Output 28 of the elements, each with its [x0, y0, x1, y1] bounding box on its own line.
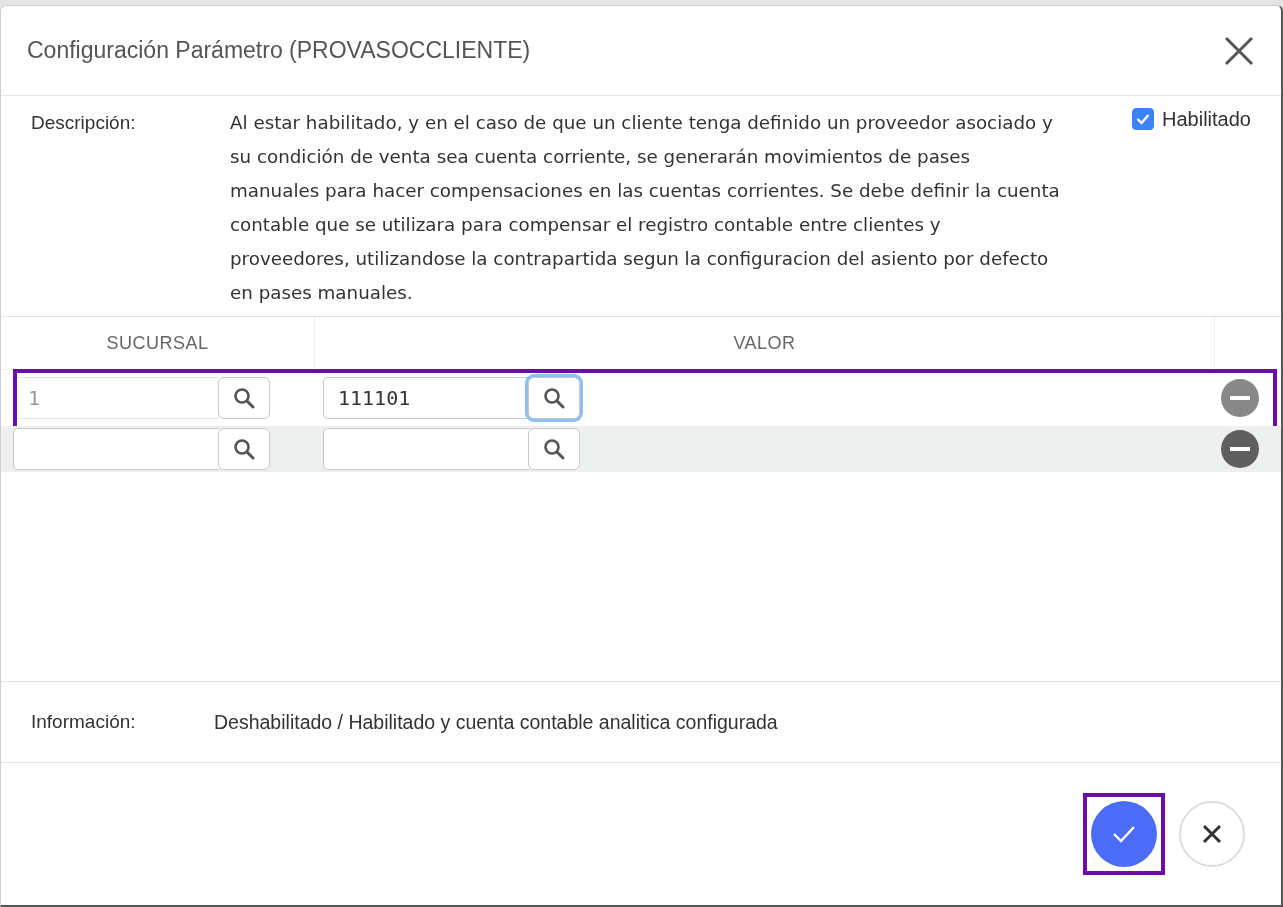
enabled-label: Habilitado	[1162, 107, 1251, 132]
close-icon	[1223, 34, 1255, 67]
enabled-checkbox[interactable]	[1132, 108, 1155, 130]
remove-row-button[interactable]	[1221, 379, 1259, 417]
column-header: SUCURSAL	[1, 317, 315, 369]
lookup-button[interactable]	[218, 377, 270, 419]
check-icon	[1112, 825, 1136, 843]
remove-row-button[interactable]	[1221, 430, 1259, 468]
branch-field[interactable]	[13, 428, 219, 470]
description-text: Al estar habilitado, y en el caso de que un cliente tenga definido un proveedor asociado y su condición de venta sea cuenta corriente, se generarán movimientos de pases manuales para hacer compensaciones en las cuentas corrientes. Se debe definir la cuenta contable que se utilizara para compensar el registro contable entre clientes y proveedores, utilizandose la contrapartida segun la configuracion del asiento por defecto en pases manuales.	[230, 111, 1061, 305]
value-field[interactable]: 111101	[323, 377, 529, 419]
lookup-button[interactable]	[528, 428, 580, 470]
search-icon	[542, 386, 566, 410]
dialog-title: Configuración Parámetro (PROVASOCCLIENTE)	[27, 37, 531, 64]
checkmark-icon	[1136, 113, 1151, 125]
search-icon	[232, 386, 256, 410]
minus-icon	[1230, 447, 1250, 451]
search-icon	[232, 437, 256, 461]
search-icon	[542, 437, 566, 461]
column-header: VALOR	[315, 317, 1215, 369]
close-icon	[1202, 824, 1222, 844]
lookup-button[interactable]	[218, 428, 270, 470]
value-field[interactable]	[323, 428, 529, 470]
info-text: Deshabilitado / Habilitado y cuenta contable analitica configurada	[214, 710, 778, 734]
info-label: Información:	[31, 710, 137, 734]
lookup-button[interactable]	[528, 377, 580, 419]
description-label: Descripción:	[31, 111, 137, 135]
minus-icon	[1230, 396, 1250, 400]
